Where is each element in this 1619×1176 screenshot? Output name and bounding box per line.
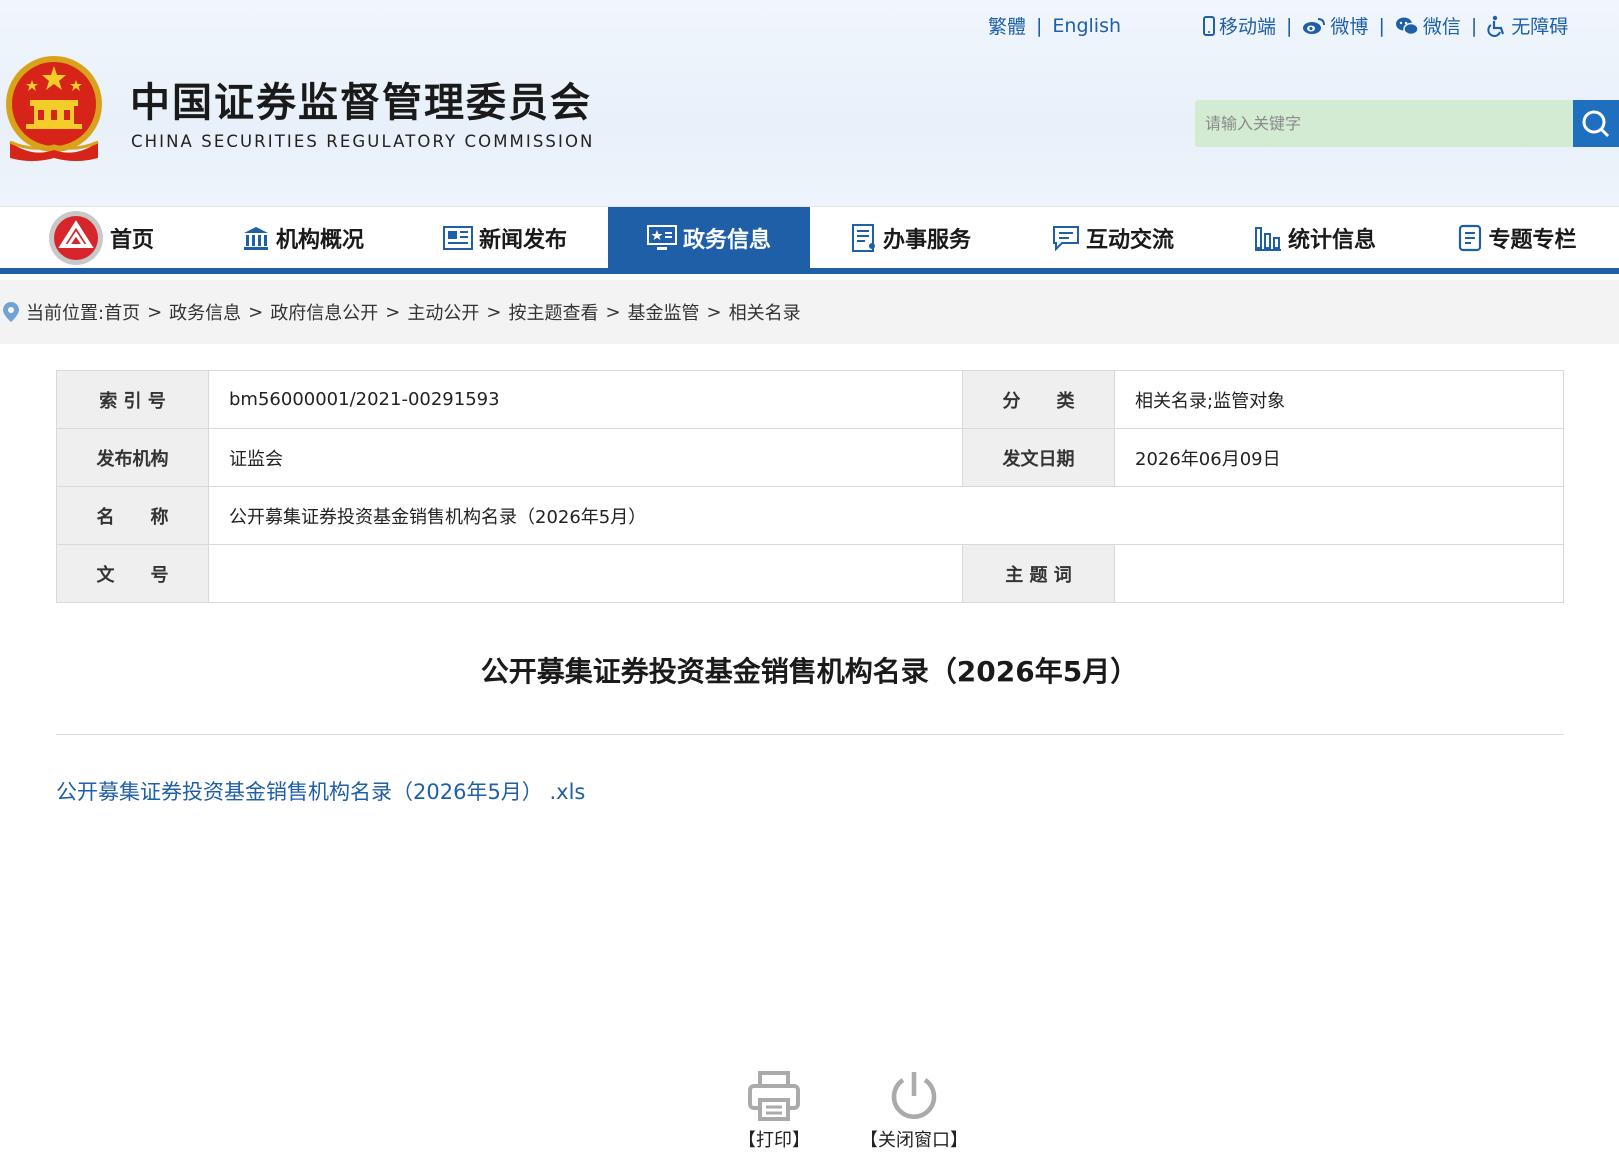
weibo-link[interactable]: 微博 (1302, 12, 1368, 39)
nav-label: 互动交流 (1085, 228, 1174, 253)
date-label: 发文日期 (962, 428, 1115, 487)
top-links: 移动端 | 微博 | 微信 | 无障碍 (1203, 12, 1568, 39)
site-title: 中国证券监督管理委员会 (130, 80, 592, 126)
keywords-label: 主 题 词 (962, 544, 1115, 603)
nav-label: 新闻发布 (478, 228, 567, 253)
nav-item-interaction[interactable]: 互动交流 (1012, 207, 1214, 269)
mobile-link[interactable]: 移动端 (1203, 12, 1276, 39)
publisher-value: 证监会 (208, 428, 963, 487)
document-icon (1459, 224, 1482, 252)
breadcrumb-item-public-info[interactable]: 政府信息公开 (270, 299, 378, 325)
article-title: 公开募集证券投资基金销售机构名录（2026年5月） (480, 655, 1139, 688)
table-row: 索 引 号 bm56000001/2021-00291593 分 类 相关名录;… (56, 370, 1564, 429)
accessibility-label: 无障碍 (1511, 16, 1569, 38)
breadcrumb-prefix: 当前位置: (26, 303, 105, 324)
category-value: 相关名录;监管对象 (1114, 370, 1564, 429)
news-icon (442, 226, 473, 250)
breadcrumb-separator: > (147, 301, 163, 323)
table-row: 名 称 公开募集证券投资基金销售机构名录（2026年5月） (56, 486, 1564, 545)
divider (56, 734, 1564, 735)
close-window-button[interactable]: 【关闭窗口】 (844, 1070, 984, 1152)
power-icon (891, 1072, 937, 1119)
separator: | (1470, 14, 1478, 37)
nav-label: 首页 (109, 228, 154, 253)
nav-item-about[interactable]: 机构概况 (202, 207, 404, 269)
name-value: 公开募集证券投资基金销售机构名录（2026年5月） (208, 486, 1564, 545)
date-value: 2026年06月09日 (1114, 428, 1564, 487)
building-icon (243, 227, 268, 250)
breadcrumb-item-home[interactable]: 首页 (104, 299, 140, 325)
nav-item-home[interactable]: 首页 (0, 207, 202, 269)
breadcrumb-item-directory[interactable]: 相关名录 (729, 299, 801, 325)
wechat-link[interactable]: 微信 (1395, 12, 1461, 39)
breadcrumb-separator: > (706, 301, 722, 323)
breadcrumb-separator: > (248, 301, 264, 323)
search-button[interactable] (1573, 100, 1619, 147)
keywords-value (1114, 544, 1564, 603)
breadcrumb-item-government-info[interactable]: 政务信息 (169, 299, 241, 325)
nav-item-special-topics[interactable]: 专题专栏 (1416, 207, 1619, 269)
national-emblem-icon (6, 56, 102, 161)
separator: | (1378, 14, 1385, 37)
document-metadata-table: 索 引 号 bm56000001/2021-00291593 分 类 相关名录;… (56, 370, 1564, 603)
print-button[interactable]: 【打印】 (704, 1070, 844, 1152)
category-label: 分 类 (962, 370, 1115, 429)
breadcrumb-separator: > (486, 301, 502, 323)
docno-value (208, 544, 963, 603)
nav-item-services[interactable]: 办事服务 (810, 207, 1012, 269)
table-row: 发布机构 证监会 发文日期 2026年06月09日 (56, 428, 1564, 487)
chat-icon (1052, 226, 1079, 251)
mobile-label: 移动端 (1219, 16, 1277, 38)
site-header: 中国证券监督管理委员会 CHINA SECURITIES REGULATORY … (0, 0, 1619, 206)
breadcrumb-separator: > (385, 301, 401, 323)
attachment-link[interactable]: 公开募集证券投资基金销售机构名录（2026年5月） .xls (56, 776, 585, 806)
wechat-icon (1395, 17, 1419, 35)
name-label: 名 称 (56, 486, 209, 545)
accessibility-link[interactable]: 无障碍 (1487, 12, 1568, 39)
lang-english-link[interactable]: English (1052, 15, 1121, 37)
wechat-label: 微信 (1422, 16, 1461, 38)
nav-label: 办事服务 (882, 228, 971, 253)
location-pin-icon (3, 302, 19, 322)
breadcrumb-separator: > (605, 301, 621, 323)
close-label: 【关闭窗口】 (860, 1130, 968, 1151)
index-value: bm56000001/2021-00291593 (208, 370, 963, 429)
weibo-label: 微博 (1330, 16, 1369, 38)
separator: | (1286, 14, 1293, 37)
index-label: 索 引 号 (56, 370, 209, 429)
monitor-star-icon (646, 225, 677, 250)
breadcrumb-item-active-disclosure[interactable]: 主动公开 (407, 299, 479, 325)
nav-label: 专题专栏 (1488, 228, 1577, 253)
publisher-label: 发布机构 (56, 428, 209, 487)
wheelchair-icon (1487, 15, 1505, 37)
docno-label: 文 号 (56, 544, 209, 603)
search-input[interactable] (1195, 100, 1573, 147)
lang-traditional-link[interactable]: 繁體 (988, 12, 1026, 39)
breadcrumb-item-by-topic[interactable]: 按主题查看 (508, 299, 598, 325)
csrc-logo-icon (48, 211, 103, 265)
breadcrumb-item-fund-supervision[interactable]: 基金监管 (628, 299, 700, 325)
search-icon (1582, 110, 1610, 137)
printer-icon (748, 1071, 800, 1121)
site-subtitle: CHINA SECURITIES REGULATORY COMMISSION (131, 132, 595, 151)
separator: | (1036, 14, 1043, 37)
weibo-icon (1303, 17, 1326, 34)
nav-label: 政务信息 (682, 228, 771, 253)
nav-item-government-info[interactable]: 政务信息 (608, 207, 810, 269)
nav-item-news[interactable]: 新闻发布 (404, 207, 606, 269)
nav-label: 统计信息 (1287, 228, 1376, 253)
search-bar (1195, 100, 1619, 147)
nav-item-statistics[interactable]: 统计信息 (1214, 207, 1416, 269)
print-label: 【打印】 (738, 1130, 810, 1151)
breadcrumb: 当前位置: 首页 > 政务信息 > 政府信息公开 > 主动公开 > 按主题查看 … (0, 280, 1619, 344)
language-switcher: 繁體 | English (988, 12, 1121, 39)
table-row: 文 号 主 题 词 (56, 544, 1564, 603)
main-nav: 首页 机构概况 新闻发布 政务信息 办事服务 互动交流 统计信息 专题专栏 (0, 206, 1619, 274)
bar-chart-icon (1254, 227, 1281, 251)
form-icon (851, 224, 875, 252)
nav-label: 机构概况 (275, 228, 364, 253)
mobile-icon (1203, 15, 1215, 36)
